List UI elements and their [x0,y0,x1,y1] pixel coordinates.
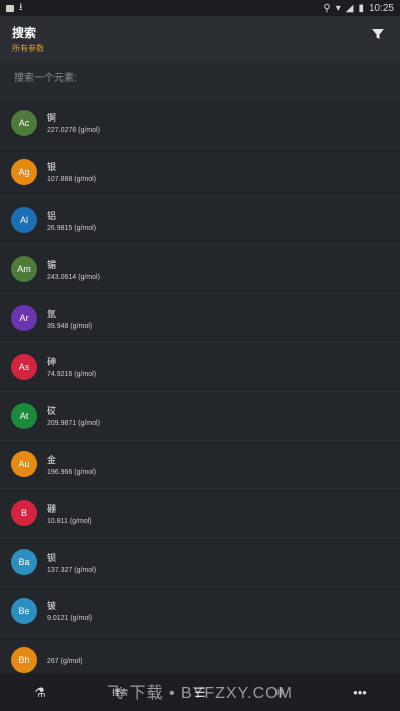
element-mass: 9.0121 (g/mol) [47,615,93,623]
search-input[interactable] [12,72,388,85]
element-text: 钡 137.327 (g/mol) [47,551,96,574]
element-row[interactable]: Ag 银 107.868 (g/mol) [0,148,400,197]
element-text: 铝 26.9815 (g/mol) [47,209,96,232]
battery-icon: ▮ [358,2,364,14]
element-text: 锕 227.0278 (g/mol) [47,111,100,134]
element-text: 氩 39.948 (g/mol) [47,307,92,330]
element-mass: 107.868 (g/mol) [47,176,97,184]
element-symbol-badge: Au [11,451,37,478]
element-symbol-badge: Be [11,597,37,624]
element-name: 金 [47,454,57,465]
status-bar: ⭳ ⚲ ▾ ◢ ▮ 10:25 [0,0,400,16]
element-name: 钡 [47,552,57,563]
element-name: 砹 [47,406,57,417]
element-text: 金 196.966 (g/mol) [47,453,96,476]
atom-icon: ⚛ [274,684,286,700]
element-mass: 243.0614 (g/mol) [47,273,100,281]
page-subtitle: 所有参数 [12,44,44,53]
element-name: 镅 [47,259,57,270]
nav-item-search[interactable]: 搜索 [90,687,150,698]
element-mass: 227.0278 (g/mol) [47,127,100,135]
element-text: 砷 74.9216 (g/mol) [47,355,96,378]
element-symbol-badge: At [11,402,37,429]
nav-label: 搜索 [112,688,128,697]
element-mass: 137.327 (g/mol) [47,566,97,574]
element-row[interactable]: Ba 钡 137.327 (g/mol) [0,538,400,587]
element-text: 铍 9.0121 (g/mol) [47,599,92,622]
nav-item-more[interactable]: ••• [330,684,390,700]
nav-item-list[interactable]: ☰ [170,684,230,700]
page-title: 搜索 [12,26,37,40]
element-row[interactable]: Am 镅 243.0614 (g/mol) [0,245,400,295]
element-name: 铍 [47,601,57,612]
element-text: 镅 243.0614 (g/mol) [47,258,100,281]
element-name: 硼 [47,503,57,514]
element-symbol-badge: Ag [11,158,37,185]
element-row[interactable]: Ar 氩 39.948 (g/mol) [0,294,400,343]
nav-item-atom[interactable]: ⚛ [250,684,310,700]
element-row[interactable]: Ac 锕 227.0278 (g/mol) [0,99,400,148]
status-bar-notifications: ⭳ [6,0,23,17]
element-symbol-badge: Al [11,207,37,234]
element-row[interactable]: As 砷 74.9216 (g/mol) [0,343,400,392]
element-row[interactable]: Au 金 196.966 (g/mol) [0,441,400,490]
signal-icon: ◢ [345,2,354,14]
download-notification-icon: ⭳ [19,1,23,13]
element-symbol-badge: Ar [11,305,37,332]
more-icon: ••• [353,684,367,700]
element-symbol-badge: Ac [11,109,37,136]
status-bar-system: ⚲ ▾ ◢ ▮ 10:25 [323,3,394,14]
element-row[interactable]: Al 铝 26.9815 (g/mol) [0,197,400,246]
element-row[interactable]: At 砹 209.9871 (g/mol) [0,392,400,441]
element-text: 银 107.868 (g/mol) [47,160,96,183]
wifi-icon: ▾ [335,2,341,14]
element-symbol-badge: Am [11,256,37,283]
element-symbol-badge: Ba [11,549,37,576]
filter-icon[interactable] [370,26,386,42]
element-mass: 39.948 (g/mol) [47,322,93,330]
element-text: 硼 10.811 (g/mol) [47,502,92,525]
element-name: 砷 [47,357,57,368]
bottom-navigation: ⚗ 搜索 ☰ ⚛ ••• [0,674,400,711]
element-symbol-badge: B [11,500,37,527]
status-time: 10:25 [368,2,394,14]
element-name: 氩 [47,308,57,319]
nav-item-flask[interactable]: ⚗ [10,684,70,700]
location-icon: ⚲ [323,2,331,14]
element-list: Ac 锕 227.0278 (g/mol) Ag 银 107.868 (g/mol) Al 铝… [0,99,400,674]
element-mass: 10.811 (g/mol) [47,517,92,525]
element-name: 锕 [47,113,57,124]
element-mass: 267 (g/mol) [47,657,83,665]
element-symbol-badge: As [11,353,37,380]
list-icon: ☰ [194,684,206,700]
element-row[interactable]: Bh 267 (g/mol) [0,636,400,674]
element-symbol-badge: Bh [11,646,37,673]
image-notification-icon [6,4,14,12]
element-row[interactable]: B 硼 10.811 (g/mol) [0,489,400,539]
element-mass: 209.9871 (g/mol) [47,420,100,428]
element-name: 铝 [47,210,57,221]
app-bar: 搜索 所有参数 [0,16,400,60]
element-name: 银 [47,162,57,173]
search-bar [0,60,400,98]
element-mass: 196.966 (g/mol) [47,468,97,476]
element-mass: 26.9815 (g/mol) [47,224,97,232]
element-mass: 74.9216 (g/mol) [47,371,97,379]
element-text: 砹 209.9871 (g/mol) [47,404,100,427]
element-text: 267 (g/mol) [47,655,82,665]
element-row[interactable]: Be 铍 9.0121 (g/mol) [0,587,400,636]
flask-icon: ⚗ [34,684,46,700]
